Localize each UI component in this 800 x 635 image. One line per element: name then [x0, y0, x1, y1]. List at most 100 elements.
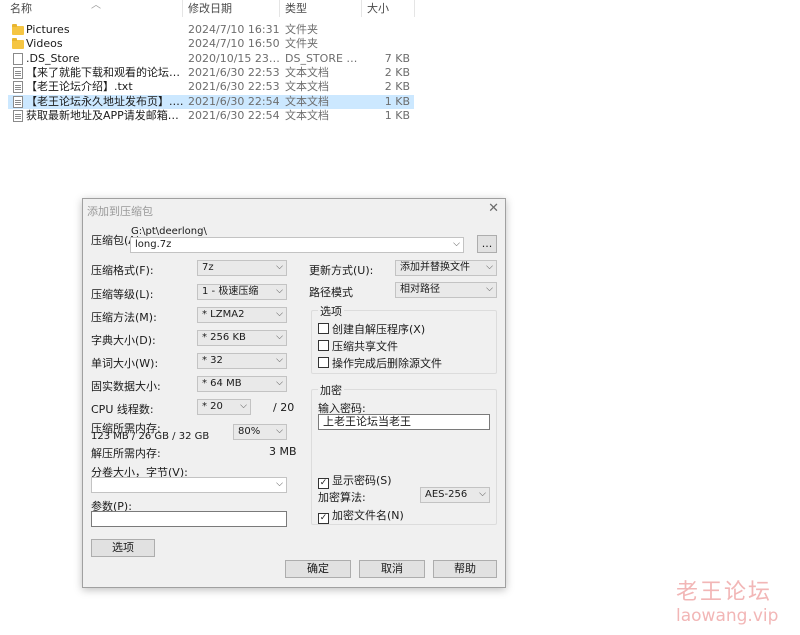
watermark-text: 老王论坛 [676, 580, 773, 605]
column-divider[interactable] [279, 0, 280, 17]
chevron-down-icon: ⌵ [276, 426, 283, 436]
file-size: 1 KB [384, 94, 410, 108]
params-input[interactable] [91, 511, 287, 527]
folder-icon [12, 38, 24, 50]
word-combo[interactable]: * 32 ⌵ [197, 353, 287, 369]
format-value: 7z [202, 262, 214, 273]
chevron-down-icon: ⌵ [276, 378, 283, 388]
word-value: * 32 [202, 355, 223, 366]
encrypt-names-checkbox[interactable]: ✓ 加密文件名(N) [318, 507, 404, 524]
file-date: 2020/10/15 23:36 [188, 51, 283, 65]
dict-combo[interactable]: * 256 KB ⌵ [197, 330, 287, 346]
algo-combo[interactable]: AES-256 ⌵ [420, 487, 490, 503]
checkbox-icon [318, 323, 329, 334]
path-combo[interactable]: 相对路径 ⌵ [395, 282, 497, 298]
mem-percent-combo[interactable]: 80% ⌵ [233, 424, 287, 440]
options-group: 选项 创建自解压程序(X) 压缩共享文件 操作完成后删除源文件 [311, 303, 497, 374]
sort-caret-icon: ︿ [91, 0, 101, 11]
solid-combo[interactable]: * 64 MB ⌵ [197, 376, 287, 392]
add-to-archive-dialog: 添加到压缩包 ✕ 压缩包(A): G:\pt\deerlong\ long.7z… [82, 198, 506, 588]
text-file-icon [13, 109, 23, 122]
algo-value: AES-256 [425, 489, 468, 500]
word-label: 单词大小(W): [91, 357, 159, 370]
file-size: 7 KB [384, 51, 410, 65]
file-type: DS_STORE 文件 [285, 51, 365, 65]
file-type: 文本文档 [285, 108, 329, 122]
browse-button[interactable]: ... [477, 235, 497, 253]
file-date: 2021/6/30 22:53 [188, 65, 280, 79]
chevron-down-icon: ⌵ [240, 401, 247, 411]
file-row[interactable]: 【老王论坛介绍】.txt 2021/6/30 22:53 文本文档 2 KB [8, 80, 414, 94]
column-divider[interactable] [361, 0, 362, 17]
file-name: Videos [26, 37, 63, 51]
file-date: 2024/7/10 16:50 [188, 37, 280, 51]
show-password-label: 显示密码(S) [332, 474, 392, 487]
file-row[interactable]: .DS_Store 2020/10/15 23:36 DS_STORE 文件 7 KB [8, 52, 414, 66]
file-date: 2021/6/30 22:54 [188, 94, 280, 108]
file-name: .DS_Store [26, 51, 80, 65]
archive-name-combo[interactable]: long.7z ⌵ [130, 237, 464, 253]
file-type: 文件夹 [285, 37, 318, 51]
method-value: * LZMA2 [202, 309, 245, 320]
threads-value: * 20 [202, 401, 223, 412]
help-button[interactable]: 帮助 [433, 560, 497, 578]
sfx-checkbox[interactable]: 创建自解压程序(X) [318, 321, 425, 337]
algo-label: 加密算法: [318, 491, 366, 504]
level-combo[interactable]: 1 - 极速压缩 ⌵ [197, 284, 287, 300]
column-header-type[interactable]: 类型 [285, 0, 307, 17]
threads-combo[interactable]: * 20 ⌵ [197, 399, 251, 415]
checkbox-icon [318, 357, 329, 368]
watermark-url: laowang.vip [676, 606, 779, 626]
shared-checkbox[interactable]: 压缩共享文件 [318, 338, 398, 354]
path-label: 路径模式 [309, 286, 353, 299]
show-password-checkbox[interactable]: ✓ 显示密码(S) [318, 472, 392, 489]
file-type: 文本文档 [285, 94, 329, 108]
file-name: 【老王论坛永久地址发布页】.txt [26, 94, 186, 108]
encrypt-group-title: 加密 [318, 382, 344, 398]
text-file-icon [13, 95, 23, 108]
level-label: 压缩等级(L): [91, 288, 154, 301]
file-row[interactable]: 【老王论坛永久地址发布页】.txt 2021/6/30 22:54 文本文档 1 KB [8, 94, 414, 109]
file-size: 1 KB [384, 108, 410, 122]
column-header-size[interactable]: 大小 [367, 0, 389, 17]
close-icon[interactable]: ✕ [488, 201, 499, 216]
file-size: 2 KB [384, 80, 410, 94]
format-label: 压缩格式(F): [91, 264, 154, 277]
chevron-down-icon: ⌵ [486, 284, 493, 294]
file-type: 文本文档 [285, 65, 329, 79]
file-type: 文件夹 [285, 23, 318, 36]
column-divider[interactable] [182, 0, 183, 17]
file-date: 2021/6/30 22:54 [188, 108, 280, 122]
split-combo[interactable]: ⌵ [91, 477, 287, 493]
file-row[interactable]: 获取最新地址及APP请发邮箱自动获取.txt2021/6/30 22:54 文本文… [8, 109, 414, 123]
column-divider[interactable] [414, 0, 415, 17]
method-label: 压缩方法(M): [91, 311, 157, 324]
options-button[interactable]: 选项 [91, 539, 155, 557]
chevron-down-icon: ⌵ [453, 239, 460, 249]
file-name: Pictures [26, 23, 70, 36]
ok-button[interactable]: 确定 [285, 560, 351, 578]
file-icon [13, 52, 23, 65]
options-group-title: 选项 [318, 303, 344, 319]
file-name: 获取最新地址及APP请发邮箱自动获取.txt [26, 108, 186, 122]
mem-decomp-label: 解压所需内存: [91, 447, 161, 460]
chevron-down-icon: ⌵ [276, 355, 283, 365]
delete-checkbox[interactable]: 操作完成后删除源文件 [318, 355, 442, 371]
cancel-button[interactable]: 取消 [359, 560, 425, 578]
archive-name-value: long.7z [135, 239, 172, 250]
update-combo[interactable]: 添加并替换文件 ⌵ [395, 260, 497, 276]
format-combo[interactable]: 7z ⌵ [197, 260, 287, 276]
update-value: 添加并替换文件 [400, 262, 470, 273]
file-row[interactable]: Pictures 2024/7/10 16:31 文件夹 [8, 23, 414, 37]
file-row[interactable]: Videos 2024/7/10 16:50 文件夹 [8, 37, 414, 51]
column-header-name[interactable]: 名称 [10, 0, 32, 17]
column-header-date[interactable]: 修改日期 [188, 0, 232, 17]
solid-value: * 64 MB [202, 378, 242, 389]
dict-value: * 256 KB [202, 332, 246, 343]
file-row[interactable]: 【来了就能下载和观看的论坛，纯免费！...2021/6/30 22:53 文本文档… [8, 66, 414, 80]
chevron-down-icon: ⌵ [276, 309, 283, 319]
dialog-title: 添加到压缩包 [87, 205, 153, 218]
password-input[interactable]: 上老王论坛当老王 [318, 414, 490, 430]
method-combo[interactable]: * LZMA2 ⌵ [197, 307, 287, 323]
encrypt-group: 加密 输入密码: 上老王论坛当老王 ✓ 显示密码(S) 加密算法: AES-256… [311, 382, 497, 525]
